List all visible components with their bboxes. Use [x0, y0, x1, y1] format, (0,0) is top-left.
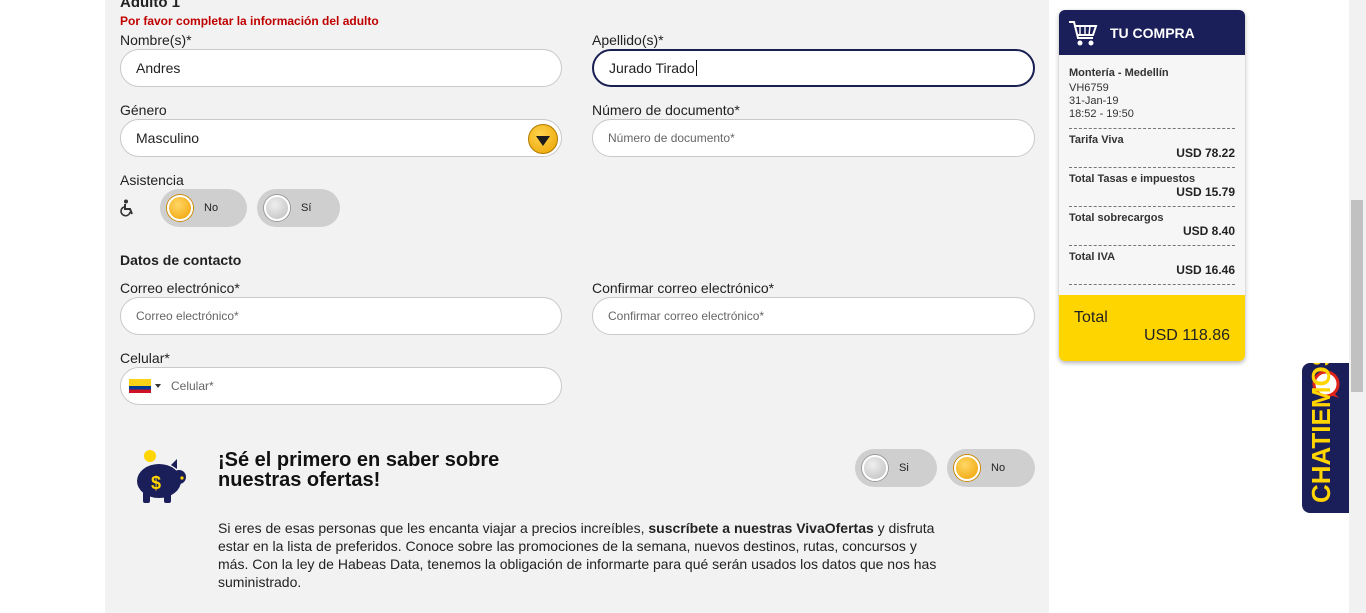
document-input[interactable]: Número de documento*: [592, 119, 1035, 157]
price-row-amount: USD 16.46: [1176, 263, 1235, 277]
phone-input[interactable]: Celular*: [120, 367, 562, 405]
gender-value: Masculino: [136, 130, 200, 146]
price-row: Tarifa Viva USD 78.22: [1069, 134, 1235, 168]
promo-title: ¡Sé el primero en saber sobre nuestras o…: [218, 450, 499, 490]
email-label: Correo electrónico*: [120, 280, 240, 296]
passenger-title: Adulto 1: [120, 0, 180, 11]
caret-down-icon: [155, 384, 161, 388]
purchase-summary: TU COMPRA Montería - Medellín VH6759 31-…: [1059, 10, 1245, 361]
chevron-down-icon[interactable]: [528, 124, 558, 154]
email-input[interactable]: Correo electrónico*: [120, 297, 562, 335]
promo-yes-toggle[interactable]: Si: [855, 449, 937, 487]
first-name-input[interactable]: Andres: [120, 49, 562, 87]
first-name-label: Nombre(s)*: [120, 32, 192, 48]
text-cursor: [695, 60, 697, 76]
svg-text:$: $: [151, 473, 161, 493]
radio-unselected-icon: [862, 455, 888, 481]
confirm-email-label: Confirmar correo electrónico*: [592, 280, 775, 296]
price-row-label: Tarifa Viva: [1069, 134, 1124, 146]
total-label: Total: [1074, 309, 1108, 326]
flight-info: Montería - Medellín VH6759 31-Jan-19 18:…: [1069, 67, 1235, 129]
first-name-value: Andres: [136, 60, 181, 76]
assistance-yes-toggle[interactable]: Sí: [257, 189, 340, 227]
promo-title-line2: nuestras ofertas!: [218, 469, 381, 491]
flight-time: 18:52 - 19:50: [1069, 108, 1134, 120]
assistance-label: Asistencia: [120, 172, 184, 188]
promo-no-label: No: [991, 462, 1006, 474]
price-row-label: Total sobrecargos: [1069, 212, 1164, 224]
contact-title: Datos de contacto: [120, 252, 242, 268]
assistance-yes-label: Sí: [301, 202, 312, 214]
price-row-amount: USD 8.40: [1182, 224, 1235, 238]
promo-yes-label: Si: [899, 462, 909, 474]
colombia-flag-icon: [129, 379, 151, 393]
price-row-amount: USD 78.22: [1176, 146, 1235, 160]
price-row: Total sobrecargos USD 8.40: [1069, 212, 1235, 246]
price-row-amount: USD 15.79: [1176, 185, 1235, 199]
wheelchair-icon: [120, 199, 136, 222]
price-row-label: Total IVA: [1069, 251, 1116, 263]
last-name-label: Apellido(s)*: [592, 32, 664, 48]
gender-select[interactable]: Masculino: [120, 119, 562, 157]
promo-text-bold: suscríbete a nuestras VivaOfertas: [648, 520, 874, 536]
promo-title-line1: ¡Sé el primero en saber sobre: [218, 449, 500, 471]
validation-error: Por favor completar la información del a…: [120, 14, 379, 28]
shopping-cart-icon: [1069, 20, 1098, 45]
country-selector[interactable]: [129, 379, 161, 393]
radio-selected-icon: [954, 455, 980, 481]
price-row: Total IVA USD 16.46: [1069, 251, 1235, 285]
assistance-no-toggle[interactable]: No: [160, 189, 247, 227]
price-row-label: Total Tasas e impuestos: [1069, 173, 1196, 185]
document-placeholder: Número de documento*: [608, 131, 735, 145]
radio-unselected-icon: [264, 195, 290, 221]
phone-label: Celular*: [120, 350, 170, 366]
purchase-summary-title: TU COMPRA: [1110, 24, 1195, 41]
gender-label: Género: [120, 102, 167, 118]
flight-number: VH6759: [1069, 82, 1109, 94]
price-row: Total Tasas e impuestos USD 15.79: [1069, 173, 1235, 207]
assistance-no-label: No: [204, 202, 219, 214]
confirm-email-input[interactable]: Confirmar correo electrónico*: [592, 297, 1035, 335]
flight-date: 31-Jan-19: [1069, 95, 1119, 107]
promo-no-toggle[interactable]: No: [947, 449, 1035, 487]
phone-placeholder: Celular*: [171, 379, 214, 393]
promo-description: Si eres de esas personas que les encanta…: [218, 519, 948, 591]
total-amount: USD 118.86: [1144, 327, 1230, 344]
radio-selected-icon: [167, 195, 193, 221]
promo-text-part1: Si eres de esas personas que les encanta…: [218, 520, 649, 536]
purchase-summary-header: TU COMPRA: [1059, 10, 1245, 55]
document-label: Número de documento*: [592, 102, 740, 118]
email-placeholder: Correo electrónico*: [136, 309, 239, 323]
scrollbar-thumb[interactable]: [1351, 200, 1363, 392]
chat-widget-label: CHATIEMOS: [1306, 363, 1336, 503]
chat-widget-button[interactable]: CHATIEMOS: [1302, 363, 1349, 513]
last-name-input[interactable]: Jurado Tirado: [592, 49, 1035, 87]
last-name-value: Jurado Tirado: [609, 60, 695, 76]
confirm-email-placeholder: Confirmar correo electrónico*: [608, 309, 765, 323]
total-box: Total USD 118.86: [1059, 295, 1245, 361]
flight-route: Montería - Medellín: [1069, 67, 1169, 79]
piggy-bank-icon: $: [131, 447, 191, 510]
